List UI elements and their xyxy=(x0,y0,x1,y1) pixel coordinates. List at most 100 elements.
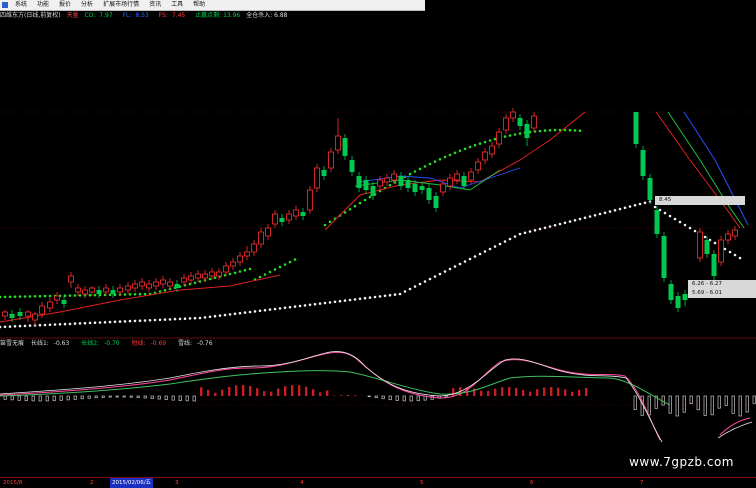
histogram-bar-up xyxy=(711,396,713,415)
green-dot xyxy=(579,129,582,132)
histogram-bar-down xyxy=(508,387,510,396)
green-dot xyxy=(129,293,132,296)
green-dot xyxy=(424,165,427,168)
white-dot xyxy=(389,294,392,297)
histogram-bar-up xyxy=(151,396,153,399)
histogram-bar-up xyxy=(109,396,111,397)
green-dot xyxy=(389,184,392,187)
histogram-bar-up xyxy=(123,396,125,397)
white-dot xyxy=(299,305,302,308)
candle-body-up xyxy=(26,312,31,316)
green-dot xyxy=(479,142,482,145)
candle-body-up xyxy=(392,174,397,180)
indicator-line-pink-tail xyxy=(720,418,750,435)
candle-body-down xyxy=(427,188,432,200)
white-dot xyxy=(504,240,507,243)
white-dot xyxy=(644,202,647,205)
green-dot xyxy=(489,139,492,142)
white-dot xyxy=(549,225,552,228)
candle-body-down xyxy=(357,176,362,188)
histogram-bar-up xyxy=(95,396,97,398)
green-dot xyxy=(259,276,262,279)
histogram-bar-up xyxy=(116,396,118,397)
histogram-bar-up xyxy=(725,396,727,405)
histogram-bar-up xyxy=(732,396,734,413)
histogram-bar-up xyxy=(704,396,706,415)
white-dot xyxy=(444,270,447,273)
white-dot xyxy=(609,210,612,213)
candle-body-down xyxy=(322,170,327,176)
white-dot xyxy=(564,222,567,225)
indicator-legend: 笛雪无痕 长线1:-0.63 长线2:-0.70 短线:-0.69 雪线:-0.… xyxy=(0,339,300,349)
candle-body-up xyxy=(385,178,390,182)
green-dot xyxy=(134,293,137,296)
white-dot xyxy=(0,326,1,329)
histogram-bar-up xyxy=(389,396,391,400)
kline-chart[interactable] xyxy=(0,0,756,487)
candle-body-down xyxy=(371,186,376,196)
candle-body-down xyxy=(364,180,369,190)
histogram-bar-up xyxy=(88,396,90,398)
white-dot xyxy=(219,314,222,317)
white-dot xyxy=(439,273,442,276)
candle-body-up xyxy=(140,282,145,286)
green-dot xyxy=(274,268,277,271)
candle-body-up xyxy=(69,276,74,282)
candle-body-up xyxy=(231,262,236,266)
histogram-bar-up xyxy=(179,396,181,401)
green-dot xyxy=(514,133,517,136)
white-dot xyxy=(144,319,147,322)
green-dot xyxy=(139,293,142,296)
white-dot xyxy=(319,302,322,305)
histogram-bar-up xyxy=(739,396,741,416)
candle-body-up xyxy=(210,272,215,276)
white-dot xyxy=(174,318,177,321)
green-dot xyxy=(269,271,272,274)
histogram-bar-up xyxy=(60,396,62,400)
indicator-line-white xyxy=(0,352,662,442)
candle-body-down xyxy=(350,160,355,172)
candle-body-down xyxy=(301,212,306,216)
indicator-snow: 雪线:-0.76 xyxy=(178,340,218,347)
candle-body-up xyxy=(504,118,509,130)
white-dot xyxy=(19,325,22,328)
histogram-bar-up xyxy=(32,396,34,401)
green-dot xyxy=(229,273,232,276)
white-dot xyxy=(329,301,332,304)
candle-body-up xyxy=(308,190,313,210)
green-dot xyxy=(484,141,487,144)
white-dot xyxy=(624,207,627,210)
white-dot xyxy=(449,268,452,271)
histogram-bar-up xyxy=(634,396,636,410)
white-dot xyxy=(4,326,7,329)
white-dot xyxy=(614,209,617,212)
indicator-short: 短线:-0.69 xyxy=(132,340,172,347)
white-dot xyxy=(414,285,417,288)
white-dot xyxy=(424,280,427,283)
white-dot xyxy=(309,304,312,307)
candle-body-up xyxy=(733,230,738,236)
white-dot xyxy=(724,248,727,251)
white-dot xyxy=(479,253,482,256)
green-dot xyxy=(159,290,162,293)
green-dot xyxy=(294,258,297,261)
green-dot xyxy=(0,296,1,299)
white-dot xyxy=(134,320,137,323)
white-dot xyxy=(189,317,192,320)
white-dot xyxy=(484,250,487,253)
candle-body-up xyxy=(273,214,278,224)
candle-body-up xyxy=(104,288,109,292)
candle-body-down xyxy=(676,296,681,308)
candle-body-up xyxy=(698,232,703,258)
white-dot xyxy=(399,293,402,296)
white-dot xyxy=(139,319,142,322)
green-dot xyxy=(544,129,547,132)
histogram-bar-up xyxy=(53,396,55,401)
histogram-bar-up xyxy=(18,396,20,400)
candle-body-up xyxy=(161,280,166,284)
white-dot xyxy=(164,318,167,321)
green-dot xyxy=(214,277,217,280)
candle-body-up xyxy=(76,288,81,292)
white-dot xyxy=(229,313,232,316)
white-dot xyxy=(519,233,522,236)
